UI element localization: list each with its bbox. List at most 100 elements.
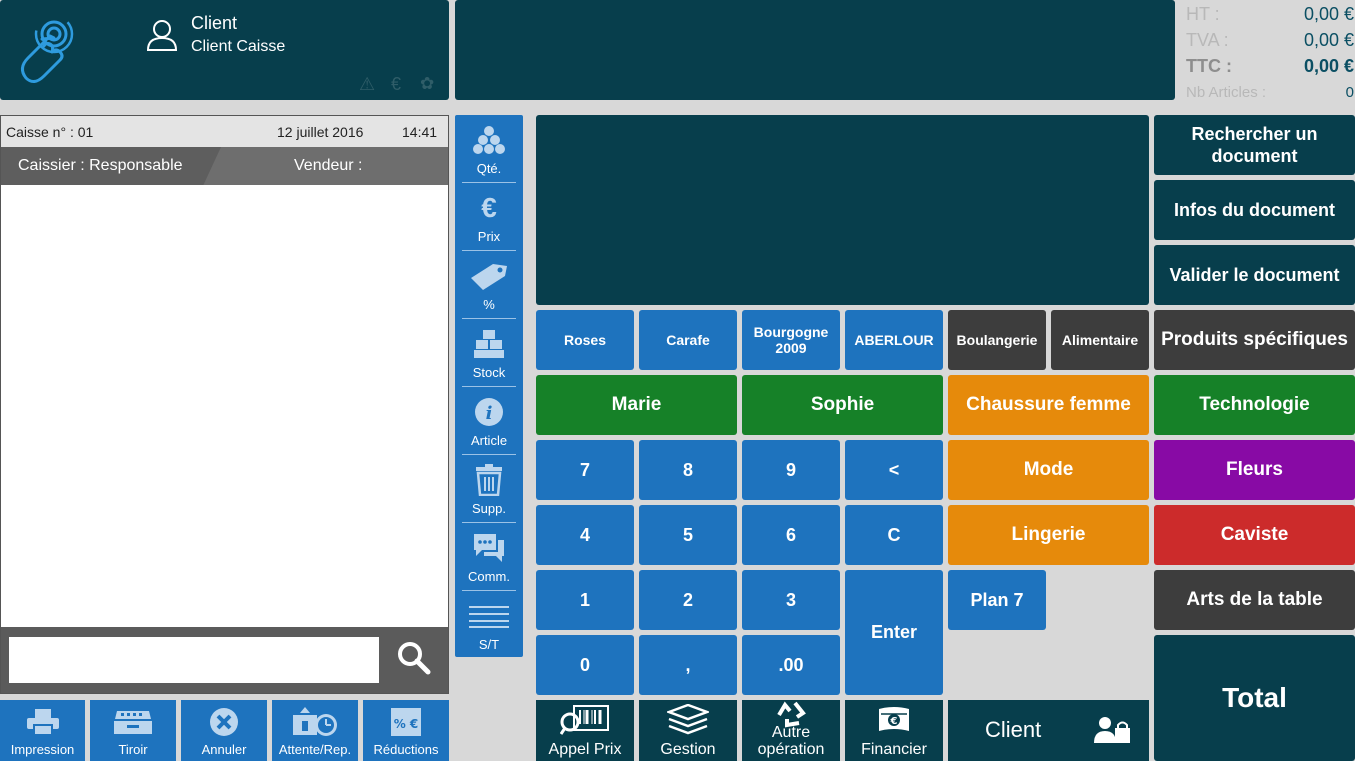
nb-articles-label: Nb Articles : (1186, 84, 1267, 101)
product-display-area (536, 115, 1149, 305)
tag-icon (456, 259, 522, 293)
ht-value: 0,00 € (1303, 4, 1354, 24)
other-operation-label: Autre opération (757, 724, 825, 758)
stock-label: Stock (472, 365, 506, 380)
comment-button[interactable]: Comm. (456, 523, 522, 591)
category-lingerie-button[interactable]: Lingerie (948, 505, 1149, 565)
svg-text:% €: % € (394, 717, 419, 731)
total-button[interactable]: Total (1154, 635, 1355, 761)
hold-resume-button[interactable]: Attente/Rep. (272, 700, 358, 761)
key-clear[interactable]: C (845, 505, 943, 565)
reductions-button[interactable]: % € Réductions (363, 700, 449, 761)
financial-button[interactable]: € Financier (845, 700, 943, 761)
document-info-button[interactable]: Infos du document (1154, 180, 1355, 240)
key-comma[interactable]: , (639, 635, 737, 695)
client-header[interactable]: Client Client Caisse ⚠ € ✿ (0, 0, 449, 100)
price-check-label: Appel Prix (548, 741, 622, 758)
key-8[interactable]: 8 (639, 440, 737, 500)
drawer-icon (90, 706, 176, 738)
drawer-button[interactable]: Tiroir (90, 700, 176, 761)
product-aberlour-button[interactable]: ABERLOUR (845, 310, 943, 370)
search-bar (1, 627, 448, 693)
key-7[interactable]: 7 (536, 440, 634, 500)
category-mode-button[interactable]: Mode (948, 440, 1149, 500)
key-3[interactable]: 3 (742, 570, 840, 630)
seller-sophie-button[interactable]: Sophie (742, 375, 943, 435)
key-2[interactable]: 2 (639, 570, 737, 630)
cashier-label: Caissier : Responsable (18, 157, 183, 174)
search-icon (396, 640, 432, 681)
key-0[interactable]: 0 (536, 635, 634, 695)
price-button[interactable]: € Prix (456, 183, 522, 251)
stock-button[interactable]: Stock (456, 319, 522, 387)
key-4[interactable]: 4 (536, 505, 634, 565)
subtotal-button[interactable]: S/T (456, 591, 522, 657)
management-label: Gestion (660, 741, 716, 758)
key-double-zero[interactable]: .00 (742, 635, 840, 695)
ttc-label: TTC : (1186, 56, 1232, 76)
trash-icon (456, 463, 522, 497)
category-arts-de-la-table-button[interactable]: Arts de la table (1154, 570, 1355, 630)
tva-value: 0,00 € (1303, 30, 1354, 50)
cancel-button[interactable]: Annuler (181, 700, 267, 761)
category-caviste-button[interactable]: Caviste (1154, 505, 1355, 565)
stack-icon (639, 702, 737, 738)
article-button[interactable]: i Article (456, 387, 522, 455)
svg-text:i: i (486, 403, 493, 424)
gift-icon: ✿ (420, 74, 435, 93)
banknote-icon: € (845, 702, 943, 738)
tva-label: TVA : (1186, 30, 1229, 50)
print-button[interactable]: Impression (0, 700, 85, 761)
category-produits-specifiques-button[interactable]: Produits spécifiques (1154, 310, 1355, 370)
key-6[interactable]: 6 (742, 505, 840, 565)
client-button-label: Client (985, 717, 1042, 742)
product-roses-button[interactable]: Roses (536, 310, 634, 370)
product-carafe-button[interactable]: Carafe (639, 310, 737, 370)
qty-label: Qté. (476, 161, 502, 176)
percent-label: % (483, 297, 495, 312)
category-boulangerie-button[interactable]: Boulangerie (948, 310, 1046, 370)
display-panel (455, 0, 1175, 100)
comment-label: Comm. (468, 569, 510, 584)
validate-document-button[interactable]: Valider le document (1154, 245, 1355, 305)
ticket-panel: Caisse n° : 01 12 juillet 2016 14:41 Cai… (0, 115, 449, 694)
other-operation-button[interactable]: Autre opération (742, 700, 840, 761)
ticket-info-bar: Caisse n° : 01 12 juillet 2016 14:41 (1, 116, 448, 147)
search-document-button[interactable]: Rechercher un document (1154, 115, 1355, 175)
cancel-icon (181, 706, 267, 738)
key-1[interactable]: 1 (536, 570, 634, 630)
ttc-value: 0,00 € (1303, 56, 1354, 76)
plan-7-button[interactable]: Plan 7 (948, 570, 1046, 630)
drawer-label: Tiroir (118, 742, 148, 757)
seller-label: Vendeur : (294, 157, 363, 174)
category-alimentaire-button[interactable]: Alimentaire (1051, 310, 1149, 370)
financial-label: Financier (861, 741, 927, 758)
management-button[interactable]: Gestion (639, 700, 737, 761)
discount-percent-button[interactable]: % (456, 251, 522, 319)
key-backspace[interactable]: < (845, 440, 943, 500)
price-check-button[interactable]: Appel Prix (536, 700, 634, 761)
ticket-lines-area[interactable] (1, 185, 448, 627)
touch-logo-icon (14, 12, 76, 86)
barcode-scanner-icon (536, 702, 634, 738)
tva-row: TVA : 0,00 € (1186, 30, 1354, 54)
article-label: Article (470, 433, 508, 448)
chat-icon (456, 531, 522, 565)
category-fleurs-button[interactable]: Fleurs (1154, 440, 1355, 500)
delete-button[interactable]: Supp. (456, 455, 522, 523)
hold-icon (272, 706, 358, 738)
client-button[interactable]: Client (948, 700, 1149, 761)
seller-marie-button[interactable]: Marie (536, 375, 737, 435)
key-9[interactable]: 9 (742, 440, 840, 500)
category-chaussure-femme-button[interactable]: Chaussure femme (948, 375, 1149, 435)
boxes-icon (456, 327, 522, 361)
search-input[interactable] (9, 637, 379, 683)
key-5[interactable]: 5 (639, 505, 737, 565)
qty-button[interactable]: Qté. (456, 115, 522, 183)
ht-label: HT : (1186, 4, 1220, 24)
product-bourgogne-button[interactable]: Bourgogne 2009 (742, 310, 840, 370)
key-enter[interactable]: Enter (845, 570, 943, 695)
delete-label: Supp. (472, 501, 506, 516)
category-technologie-button[interactable]: Technologie (1154, 375, 1355, 435)
search-button[interactable] (386, 633, 442, 687)
